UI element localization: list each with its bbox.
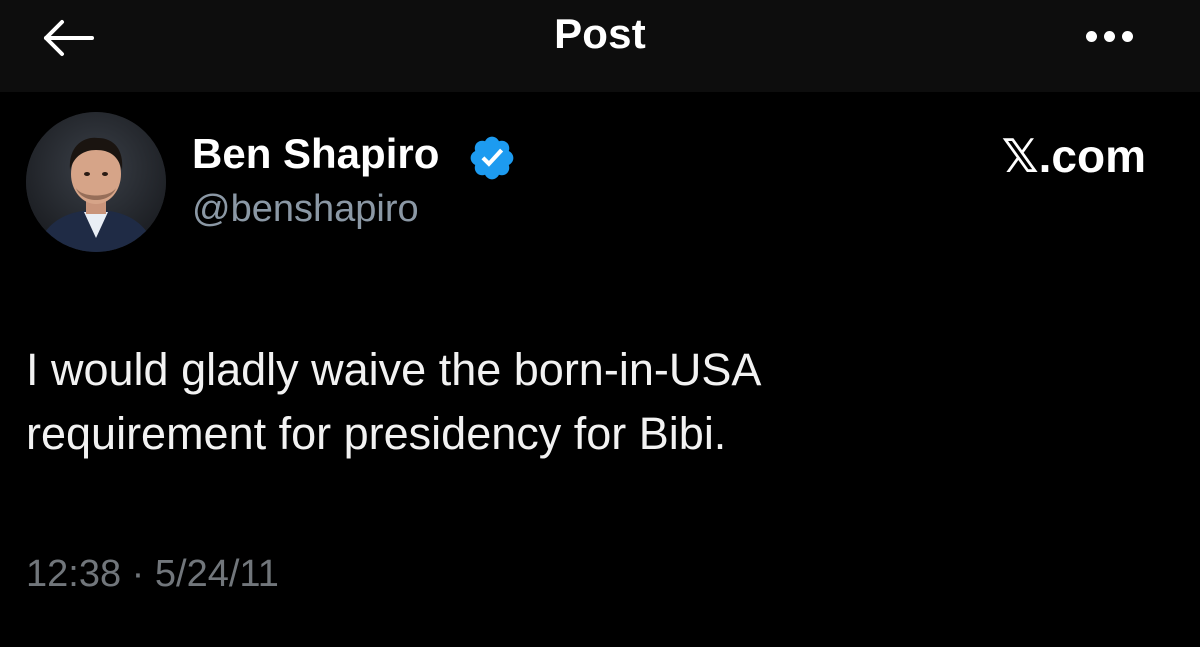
post-text-line: I would gladly waive the born-in-USA	[26, 344, 762, 395]
post-screen: Post Ben Shapiro @benshapiro 𝕏.com I wou…	[0, 0, 1200, 647]
post-text-line: requirement for presidency for Bibi.	[26, 408, 727, 459]
verified-badge-icon	[470, 136, 514, 180]
page-title: Post	[554, 10, 646, 57]
post-time: 12:38	[26, 553, 122, 595]
top-bar: Post	[0, 0, 1200, 92]
post-timestamp[interactable]: 12:38 · 5/24/11	[26, 550, 279, 598]
avatar[interactable]	[26, 112, 166, 252]
meta-separator: ·	[131, 553, 145, 595]
source-watermark: 𝕏.com	[1001, 130, 1146, 182]
post-text: I would gladly waive the born-in-USA req…	[26, 338, 1146, 466]
more-options-button[interactable]	[1070, 12, 1150, 58]
profile-photo	[26, 112, 166, 252]
post-date: 5/24/11	[154, 553, 279, 595]
author-handle[interactable]: @benshapiro	[192, 186, 419, 232]
author-name[interactable]: Ben Shapiro	[192, 128, 439, 180]
